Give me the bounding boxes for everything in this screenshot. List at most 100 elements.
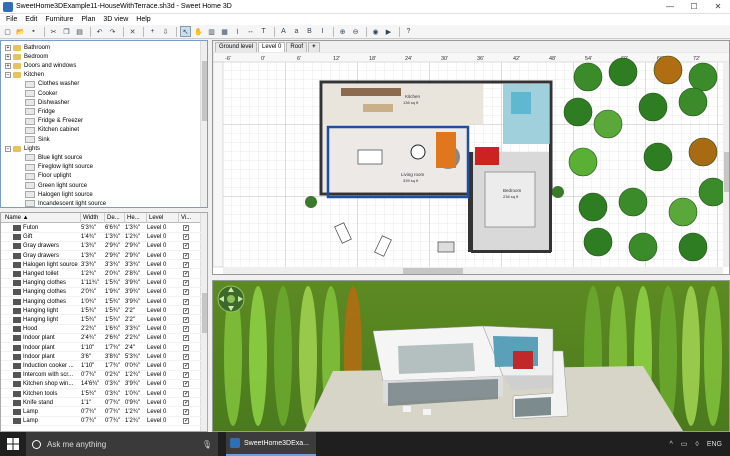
table-row[interactable]: Indoor plant 2'4¾" 2'6¾" 2'2¾" Level 0 ✓ bbox=[1, 334, 201, 343]
expand-icon[interactable]: + bbox=[5, 53, 11, 60]
create-dimensions-icon[interactable]: ↔ bbox=[245, 26, 256, 37]
taskbar-search[interactable]: Ask me anything 🎙 bbox=[26, 432, 218, 456]
save-icon[interactable]: ▪ bbox=[28, 26, 39, 37]
visible-checkbox[interactable]: ✓ bbox=[183, 418, 189, 425]
catalog-item[interactable]: Fridge & Freezer bbox=[25, 117, 83, 126]
add-furniture-icon[interactable]: + bbox=[147, 26, 158, 37]
table-row[interactable]: Hanging light 1'5¾" 1'5¾" 2'2" Level 0 ✓ bbox=[1, 307, 201, 316]
catalog-category[interactable]: − Kitchen bbox=[5, 71, 44, 80]
tab-roof[interactable]: Roof bbox=[286, 42, 308, 52]
zoom-in-icon[interactable]: ⊕ bbox=[337, 26, 348, 37]
tree[interactable] bbox=[568, 147, 598, 177]
catalog-item[interactable]: Kitchen cabinet bbox=[25, 126, 79, 135]
italic-icon[interactable]: I bbox=[317, 26, 328, 37]
table-scroll-thumb[interactable] bbox=[202, 293, 207, 333]
visible-checkbox[interactable]: ✓ bbox=[183, 372, 189, 379]
catalog-item[interactable]: Blue light source bbox=[25, 153, 82, 162]
plan-hscroll-thumb[interactable] bbox=[403, 268, 463, 274]
taskbar-app-sweethome3d[interactable]: SweetHome3DExa... bbox=[226, 432, 316, 456]
create-polylines-icon[interactable]: ⌇ bbox=[232, 26, 243, 37]
table-row[interactable]: Gray drawers 1'3¾" 2'9¾" 2'9¾" Level 0 ✓ bbox=[1, 252, 201, 261]
visible-checkbox[interactable]: ✓ bbox=[183, 317, 189, 323]
menu-file[interactable]: File bbox=[2, 16, 21, 23]
catalog-category[interactable]: + Bathroom bbox=[5, 43, 50, 52]
3d-navigation-control[interactable] bbox=[217, 285, 245, 313]
open-icon[interactable]: 📂 bbox=[15, 26, 26, 37]
tree[interactable] bbox=[678, 87, 708, 117]
microphone-icon[interactable]: 🎙 bbox=[202, 440, 212, 449]
visible-checkbox[interactable]: ✓ bbox=[183, 289, 189, 296]
table-row[interactable]: Hanging clothes 1'11¾" 1'5¾" 3'9¾" Level 0 ✓ bbox=[1, 279, 201, 288]
enlarge-text-icon[interactable]: A bbox=[278, 26, 289, 37]
expand-icon[interactable]: + bbox=[5, 62, 11, 69]
catalog-item[interactable]: Fireglow light source bbox=[25, 163, 93, 172]
create-rooms-icon[interactable]: ▦ bbox=[219, 26, 230, 37]
visible-checkbox[interactable]: ✓ bbox=[183, 252, 189, 259]
tree[interactable] bbox=[618, 187, 648, 217]
table-row[interactable]: Induction cooker ... 1'10" 1'7¾" 0'0¾" Level… bbox=[1, 362, 201, 371]
visible-checkbox[interactable]: ✓ bbox=[183, 335, 189, 342]
catalog-scrollbar[interactable] bbox=[200, 41, 207, 207]
pan-icon[interactable]: ✋ bbox=[193, 26, 204, 37]
create-labels-icon[interactable]: T bbox=[258, 26, 269, 37]
cut-icon[interactable]: ✂ bbox=[48, 26, 59, 37]
visible-checkbox[interactable]: ✓ bbox=[183, 307, 189, 314]
column-header[interactable]: De... bbox=[105, 213, 125, 223]
furniture-catalog[interactable]: + Bathroom + Bedroom + Doors and windows − Kitc… bbox=[0, 40, 208, 208]
furniture-table[interactable]: Name ▲ Width De... He... Level Vi... Futon 5'3… bbox=[0, 212, 208, 432]
create-walls-icon[interactable]: ▥ bbox=[206, 26, 217, 37]
catalog-scroll-thumb[interactable] bbox=[202, 61, 207, 121]
tab-level-0[interactable]: Level 0 bbox=[258, 42, 286, 52]
catalog-item[interactable]: Incandescent light source bbox=[25, 199, 106, 207]
visible-checkbox[interactable]: ✓ bbox=[183, 353, 189, 360]
tree[interactable] bbox=[668, 197, 698, 227]
table-row[interactable]: Hanging clothes 2'0¾" 1'9¾" 3'9¾" Level 0 ✓ bbox=[1, 288, 201, 297]
redo-icon[interactable]: ↷ bbox=[107, 26, 118, 37]
table-row[interactable]: Hanging clothes 1'0¾" 1'5¾" 3'9¾" Level 0 ✓ bbox=[1, 298, 201, 307]
tree[interactable] bbox=[698, 177, 728, 207]
catalog-item[interactable]: Cooker bbox=[25, 89, 57, 98]
visible-checkbox[interactable]: ✓ bbox=[183, 390, 189, 397]
select-icon[interactable]: ↖ bbox=[180, 26, 191, 37]
visible-checkbox[interactable]: ✓ bbox=[183, 409, 189, 415]
column-header[interactable]: Name ▲ bbox=[3, 213, 81, 223]
visible-checkbox[interactable]: ✓ bbox=[183, 298, 189, 305]
table-row[interactable]: Hood 2'2¾" 1'6¾" 3'3¾" Level 0 ✓ bbox=[1, 325, 201, 334]
tree[interactable] bbox=[608, 57, 638, 87]
paste-icon[interactable]: ▤ bbox=[74, 26, 85, 37]
column-header[interactable]: Vi... bbox=[179, 213, 201, 223]
visible-checkbox[interactable]: ✓ bbox=[183, 363, 189, 369]
maximize-button[interactable]: ☐ bbox=[682, 0, 706, 14]
help-icon[interactable]: ? bbox=[403, 26, 414, 37]
tree[interactable] bbox=[583, 227, 613, 257]
catalog-item[interactable]: Halogen light source bbox=[25, 190, 93, 199]
visible-checkbox[interactable]: ✓ bbox=[183, 280, 189, 287]
minimize-button[interactable]: — bbox=[658, 0, 682, 14]
tree[interactable] bbox=[653, 55, 683, 85]
start-button[interactable] bbox=[0, 432, 26, 456]
tree[interactable] bbox=[563, 97, 593, 127]
tree[interactable] bbox=[573, 62, 603, 92]
catalog-item[interactable]: Sink bbox=[25, 135, 50, 144]
catalog-item[interactable]: Floor uplight bbox=[25, 172, 71, 181]
table-row[interactable]: Lamp 0'7¾" 0'7¾" 1'2¾" Level 0 ✓ bbox=[1, 417, 201, 426]
table-row[interactable]: Knife stand 1'1" 0'7¾" 0'9¾" Level 0 ✓ bbox=[1, 399, 201, 408]
new-icon[interactable]: ▢ bbox=[2, 26, 13, 37]
table-row[interactable]: Intercom with scr... 0'7¾" 0'2¾" 1'2¾" Level… bbox=[1, 371, 201, 380]
tree[interactable] bbox=[688, 137, 718, 167]
table-row[interactable]: Kitchen shop win... 14'6¾" 0'3¾" 3'9¾" Level… bbox=[1, 380, 201, 389]
close-button[interactable]: ✕ bbox=[706, 0, 730, 14]
delete-icon[interactable]: ✕ bbox=[127, 26, 138, 37]
catalog-item[interactable]: Clothes washer bbox=[25, 80, 79, 89]
tree[interactable] bbox=[628, 232, 658, 262]
add-level-button[interactable]: + bbox=[308, 42, 320, 52]
visible-checkbox[interactable]: ✓ bbox=[183, 344, 189, 351]
table-row[interactable]: Lamp 0'7¾" 0'7¾" 1'2¾" Level 0 ✓ bbox=[1, 408, 201, 417]
menu-plan[interactable]: Plan bbox=[77, 16, 99, 23]
tray-battery-icon[interactable]: ▭ bbox=[677, 440, 692, 448]
undo-icon[interactable]: ↶ bbox=[94, 26, 105, 37]
catalog-item[interactable]: Dishwasher bbox=[25, 98, 69, 107]
menu-3d-view[interactable]: 3D view bbox=[99, 16, 132, 23]
tray-chevron-icon[interactable]: ^ bbox=[665, 441, 676, 448]
collapse-icon[interactable]: − bbox=[5, 72, 11, 79]
